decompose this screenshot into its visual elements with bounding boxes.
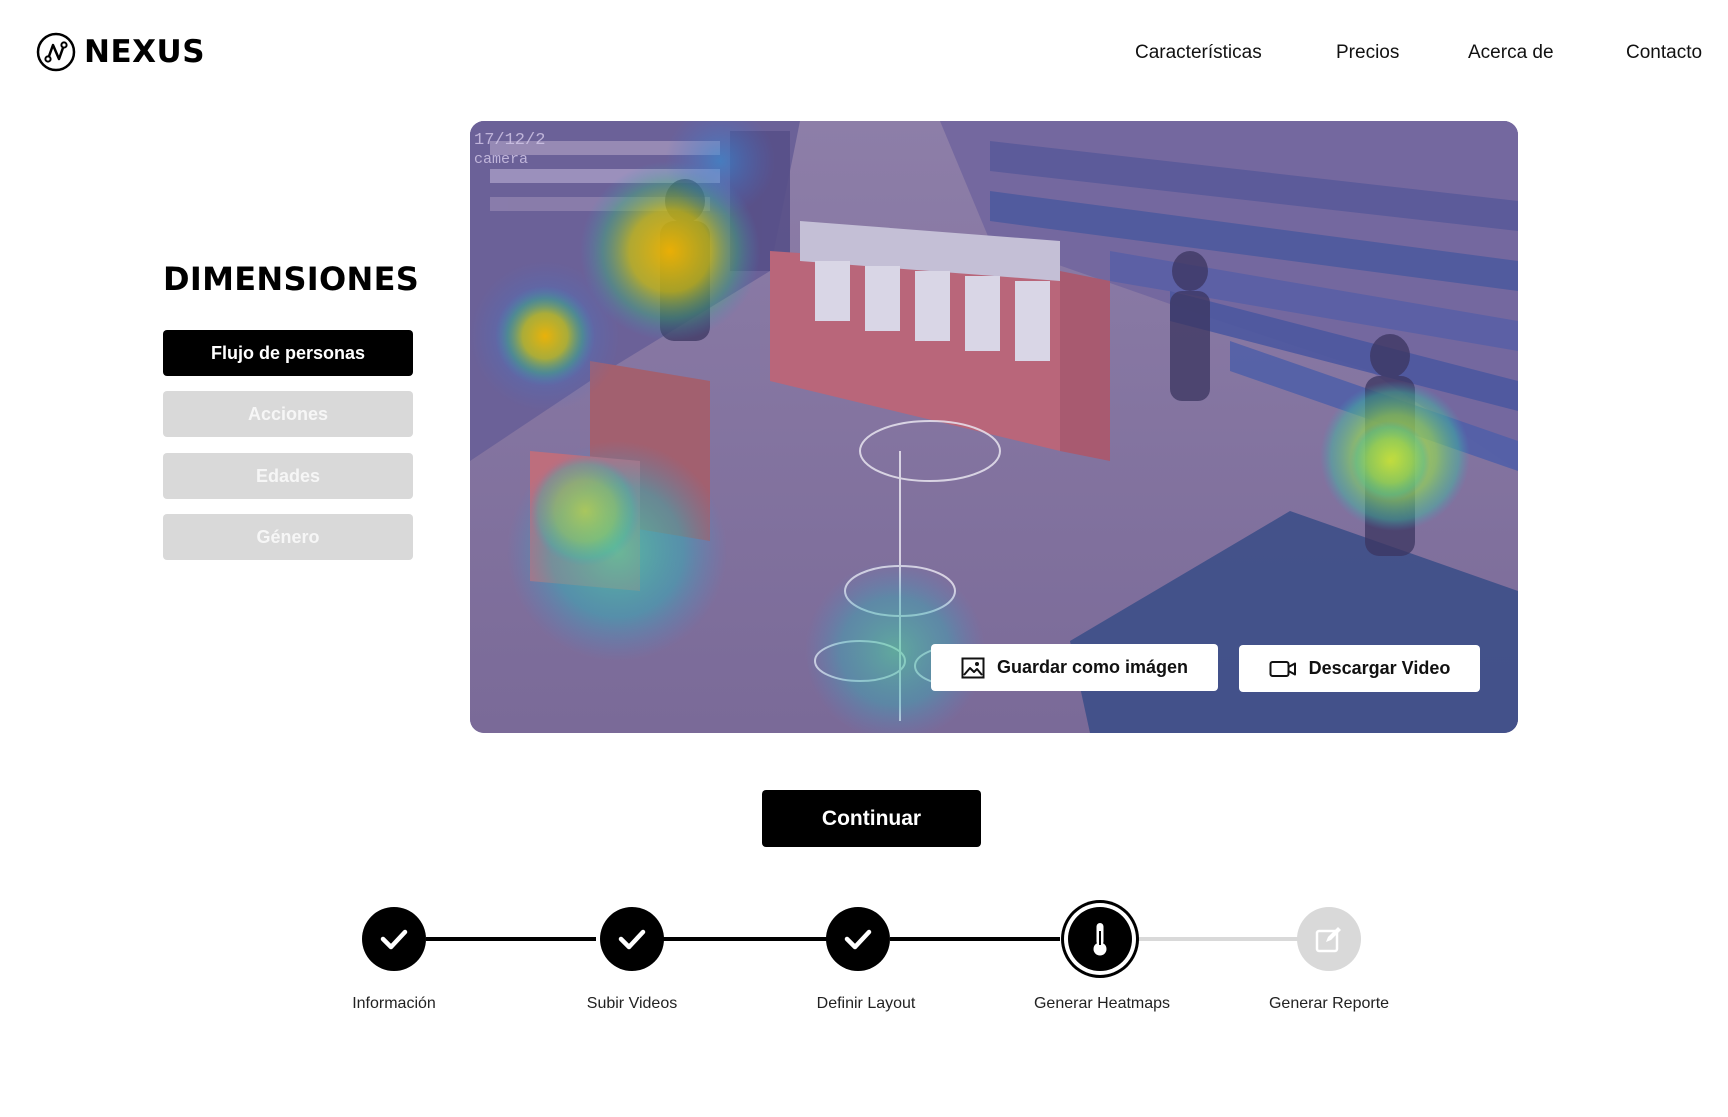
heatmap-video-frame[interactable]: 17/12/2 camera Guardar como imágen Desca… (470, 121, 1518, 733)
save-as-image-label: Guardar como imágen (996, 657, 1189, 677)
store-camera-scene: 17/12/2 camera (470, 121, 1518, 733)
dimension-ages-button[interactable]: Edades (163, 453, 413, 499)
download-video-label: Descargar Video (1308, 658, 1451, 678)
step-generar-heatmaps[interactable] (1068, 907, 1132, 971)
brand-name: NEXUS (84, 34, 206, 70)
dimension-actions-button[interactable]: Acciones (163, 391, 413, 437)
check-icon (380, 929, 408, 950)
check-icon (618, 929, 646, 950)
step-label: Generar Heatmaps (1033, 995, 1171, 1012)
dimension-gender-button[interactable]: Género (163, 514, 413, 560)
video-camera-icon (1269, 660, 1296, 677)
continue-button[interactable]: Continuar (762, 790, 981, 847)
step-connector (426, 937, 596, 941)
dimensions-title: DIMENSIONES (163, 260, 420, 298)
nav-link-features[interactable]: Características (1135, 42, 1262, 64)
step-subir-videos[interactable] (600, 907, 664, 971)
step-informacion[interactable] (362, 907, 426, 971)
camera-timestamp: 17/12/2 (474, 131, 545, 150)
nav-link-pricing[interactable]: Precios (1336, 42, 1399, 64)
edit-icon (1315, 927, 1341, 953)
thermometer-icon (1093, 923, 1107, 956)
nav-link-contact[interactable]: Contacto (1626, 42, 1702, 64)
step-label: Generar Reporte (1268, 995, 1390, 1012)
download-video-button[interactable]: Descargar Video (1239, 645, 1480, 692)
save-as-image-button[interactable]: Guardar como imágen (931, 644, 1218, 691)
step-generar-reporte[interactable] (1297, 907, 1361, 971)
step-definir-layout[interactable] (826, 907, 890, 971)
step-connector (1134, 937, 1304, 941)
nexus-logo-icon (36, 32, 76, 72)
camera-label: camera (474, 151, 528, 168)
nav-link-about[interactable]: Acerca de (1468, 42, 1554, 64)
check-icon (844, 929, 872, 950)
step-label: Definir Layout (816, 995, 916, 1012)
step-connector (890, 937, 1060, 941)
step-connector (660, 937, 830, 941)
image-icon (961, 657, 985, 678)
step-label: Subir Videos (586, 995, 678, 1012)
step-label: Información (352, 995, 436, 1012)
logo[interactable]: NEXUS (36, 32, 205, 72)
dimension-flow-button[interactable]: Flujo de personas (163, 330, 413, 376)
